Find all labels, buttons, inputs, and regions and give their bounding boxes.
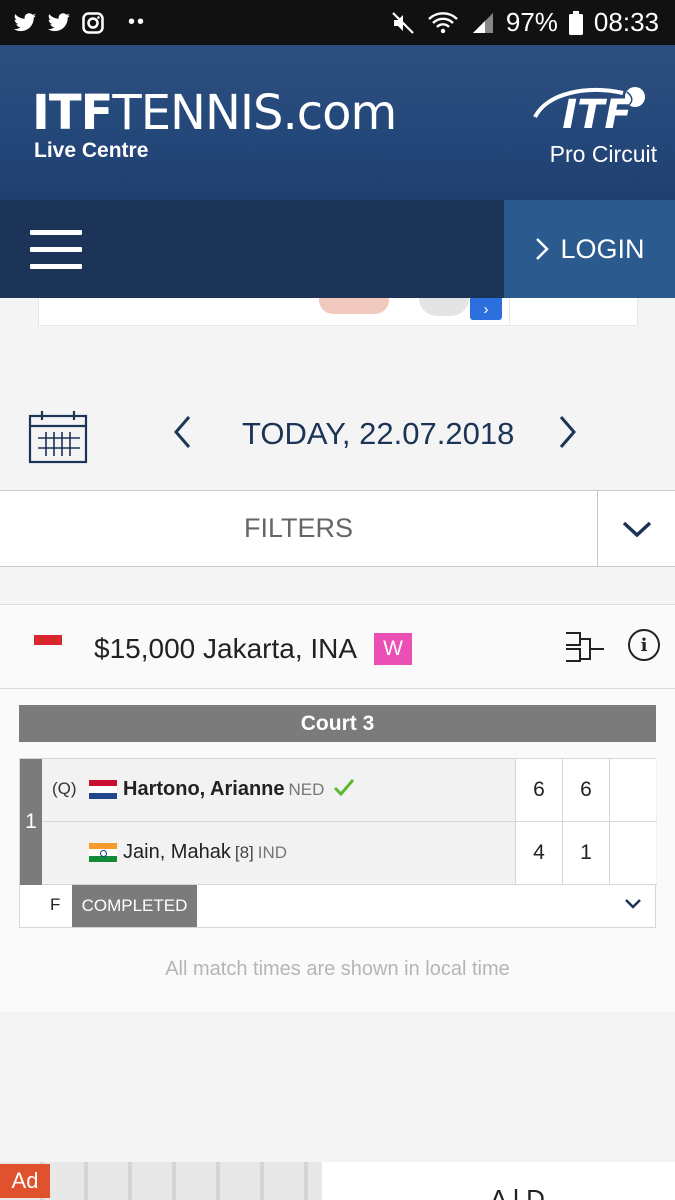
set-score: 6 bbox=[515, 759, 562, 821]
twitter-icon bbox=[12, 11, 38, 35]
signal-icon bbox=[470, 11, 496, 35]
logo-tennis-text: TENNIS.com bbox=[112, 85, 397, 141]
hamburger-menu-icon[interactable] bbox=[30, 230, 82, 270]
next-date-chevron-icon[interactable] bbox=[556, 412, 580, 452]
prev-date-chevron-icon[interactable] bbox=[170, 412, 194, 452]
player-seed: [8] bbox=[234, 843, 254, 862]
ad-tag: Ad bbox=[0, 1164, 50, 1198]
filters-button[interactable]: FILTERS bbox=[0, 491, 597, 566]
match-status-row: F COMPLETED bbox=[20, 885, 655, 927]
tennis-ball-swoosh-icon bbox=[533, 87, 645, 119]
pro-circuit-text: Pro Circuit bbox=[549, 141, 657, 167]
court-header: Court 3 bbox=[19, 705, 656, 742]
set-score: 1 bbox=[562, 822, 609, 884]
itf-pro-circuit-logo: ITF Pro Circuit bbox=[527, 83, 657, 173]
local-time-note: All match times are shown in local time bbox=[165, 958, 510, 980]
ad-divider bbox=[509, 298, 510, 326]
info-icon[interactable]: i bbox=[628, 629, 660, 661]
itf-tennis-logo[interactable]: ITFTENNIS.com bbox=[32, 89, 397, 137]
logo-itf-text: ITF bbox=[32, 85, 113, 141]
ad-image-shape bbox=[419, 298, 469, 316]
ad-image-shape bbox=[319, 298, 389, 314]
player-name: Hartono, Arianne NED bbox=[123, 778, 324, 801]
current-date-label: TODAY, 22.07.2018 bbox=[242, 416, 515, 451]
twitter-icon bbox=[46, 11, 72, 35]
tournament-header[interactable]: $15,000 Jakarta, INA W i bbox=[0, 605, 675, 689]
top-ad-banner[interactable]: › bbox=[38, 298, 638, 326]
login-label: LOGIN bbox=[560, 233, 645, 264]
ad-text: A l D bbox=[490, 1184, 545, 1200]
player-row: (Q) Hartono, Arianne NED 6 6 bbox=[42, 759, 657, 822]
filters-toggle[interactable] bbox=[597, 491, 675, 566]
player-country: NED bbox=[288, 780, 325, 799]
player-country: IND bbox=[257, 843, 288, 862]
tournament-name: $15,000 Jakarta, INA bbox=[94, 633, 358, 664]
bottom-ad-banner[interactable]: Ad A l D bbox=[0, 1162, 675, 1200]
login-button[interactable]: LOGIN bbox=[504, 200, 675, 298]
date-selector: TODAY, 22.07.2018 bbox=[0, 390, 675, 480]
india-flag-icon bbox=[89, 843, 117, 862]
round-label: F bbox=[50, 895, 61, 914]
set-score bbox=[609, 822, 656, 884]
player2-name: Jain, Mahak bbox=[123, 841, 231, 863]
match-number: 1 bbox=[20, 759, 42, 885]
women-badge: W bbox=[374, 633, 412, 665]
qualifier-tag: (Q) bbox=[52, 779, 77, 798]
mute-icon bbox=[390, 11, 416, 35]
ad-arrow-icon[interactable]: › bbox=[470, 298, 502, 320]
player1-name: Hartono, Arianne bbox=[123, 778, 285, 800]
draw-bracket-icon[interactable] bbox=[564, 629, 606, 665]
set-score bbox=[609, 759, 656, 821]
match-card[interactable]: 1 (Q) Hartono, Arianne NED 6 6 Jain, Maha… bbox=[19, 758, 657, 928]
instagram-icon bbox=[80, 11, 106, 35]
tournament-panel: $15,000 Jakarta, INA W i Court 3 1 (Q) H… bbox=[0, 604, 675, 1012]
winner-check-icon bbox=[333, 779, 355, 797]
player-name: Jain, Mahak [8] IND bbox=[123, 841, 287, 864]
site-header: ITFTENNIS.com Live Centre ITF Pro Circui… bbox=[0, 45, 675, 200]
nav-bar: LOGIN bbox=[0, 200, 675, 298]
player-row: Jain, Mahak [8] IND 4 1 bbox=[42, 822, 657, 885]
chevron-down-icon bbox=[622, 521, 651, 537]
clock: 08:33 bbox=[593, 7, 659, 37]
live-centre-label: Live Centre bbox=[34, 139, 149, 162]
chevron-right-icon bbox=[536, 238, 550, 260]
netherlands-flag-icon bbox=[89, 780, 117, 799]
expand-chevron-down-icon[interactable] bbox=[623, 897, 643, 911]
wifi-icon bbox=[426, 11, 460, 35]
battery-icon bbox=[568, 10, 584, 35]
status-bar: •• 97% 08:33 bbox=[0, 0, 675, 45]
set-score: 6 bbox=[562, 759, 609, 821]
indonesia-flag-icon bbox=[34, 635, 62, 655]
calendar-icon[interactable] bbox=[28, 410, 88, 464]
set-score: 4 bbox=[515, 822, 562, 884]
notification-dots: •• bbox=[128, 11, 147, 33]
match-status-badge: COMPLETED bbox=[72, 885, 197, 927]
battery-percent: 97% bbox=[505, 7, 558, 37]
filters-bar: FILTERS bbox=[0, 490, 675, 567]
nav-menu-area bbox=[0, 200, 504, 298]
